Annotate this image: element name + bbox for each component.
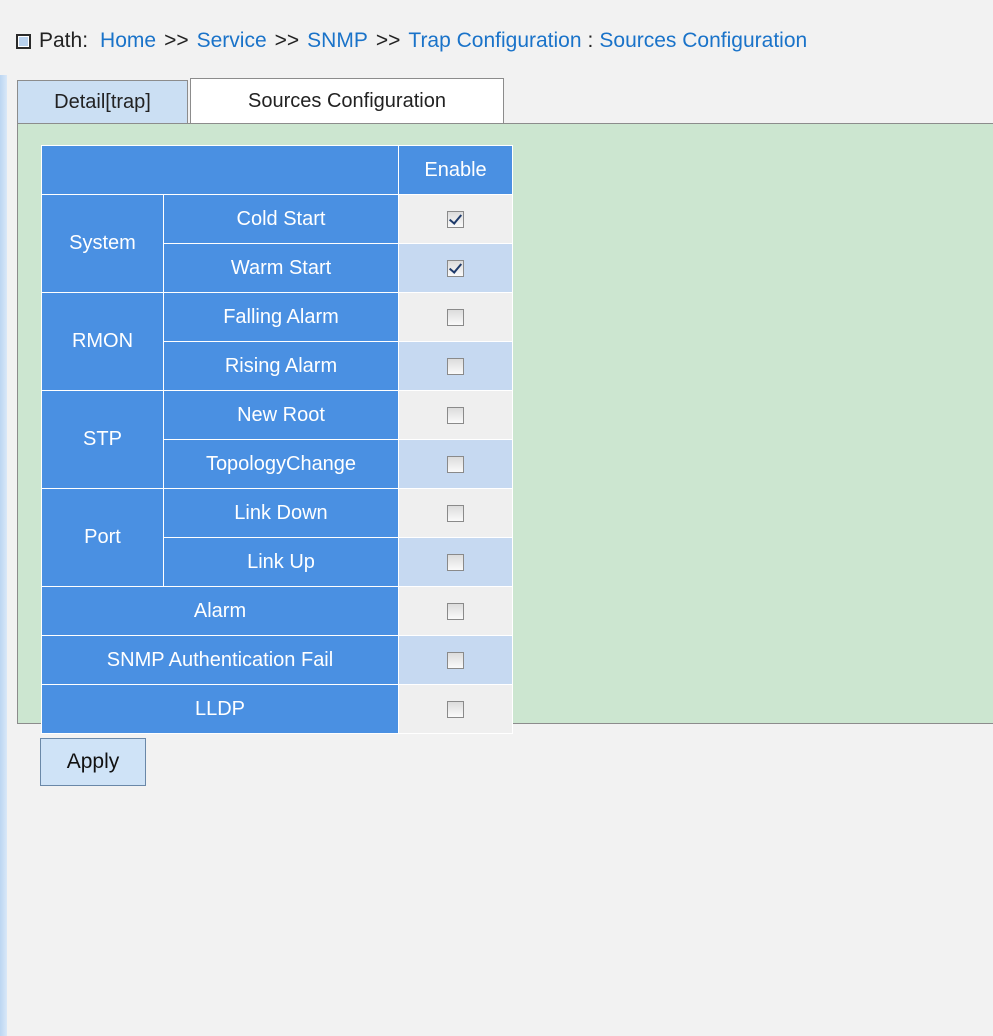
enable-cell [398, 194, 513, 244]
breadcrumb-separator: >> [375, 29, 401, 52]
snmp-auth-fail-checkbox[interactable] [447, 651, 464, 669]
alarm-checkbox[interactable] [447, 602, 464, 620]
enable-cell [398, 439, 513, 489]
lldp-checkbox[interactable] [447, 700, 464, 718]
row-label-warm-start: Warm Start [163, 243, 399, 293]
enable-cell [398, 243, 513, 293]
breadcrumb-label: Path: [39, 29, 89, 52]
breadcrumb-home[interactable]: Home [100, 29, 156, 53]
table-row: System Cold Start [41, 194, 513, 293]
row-label-snmp-auth-fail: SNMP Authentication Fail [41, 635, 399, 685]
breadcrumb-current[interactable]: Sources Configuration [599, 29, 807, 53]
enable-cell [398, 635, 513, 685]
enable-cell [398, 684, 513, 734]
falling-alarm-checkbox[interactable] [447, 308, 464, 326]
tab-detail-trap[interactable]: Detail[trap] [17, 80, 188, 124]
enable-cell [398, 586, 513, 636]
link-down-checkbox[interactable] [447, 504, 464, 522]
breadcrumb: Path: Home >> Service >> SNMP >> Trap Co… [16, 24, 807, 58]
row-label-new-root: New Root [163, 390, 399, 440]
breadcrumb-service[interactable]: Service [197, 29, 267, 53]
breadcrumb-snmp[interactable]: SNMP [307, 29, 368, 53]
square-icon [16, 33, 31, 49]
apply-button[interactable]: Apply [40, 738, 146, 786]
link-up-checkbox[interactable] [447, 553, 464, 571]
tab-bar: Detail[trap] Sources Configuration [17, 78, 504, 124]
enable-cell [398, 390, 513, 440]
table-row: Alarm [41, 586, 513, 636]
trap-sources-table: Enable System Cold Start Warm Start RMON… [41, 145, 513, 734]
tab-sources-configuration[interactable]: Sources Configuration [190, 78, 504, 124]
page: Path: Home >> Service >> SNMP >> Trap Co… [0, 0, 993, 1036]
breadcrumb-trap-configuration[interactable]: Trap Configuration [408, 29, 581, 53]
header-blank-cell [41, 145, 399, 195]
warm-start-checkbox[interactable] [447, 259, 464, 277]
left-frame-edge [0, 75, 7, 1036]
enable-cell [398, 488, 513, 538]
table-row: RMON Falling Alarm [41, 292, 513, 391]
row-label-link-up: Link Up [163, 537, 399, 587]
row-label-alarm: Alarm [41, 586, 399, 636]
enable-cell [398, 537, 513, 587]
enable-cell [398, 341, 513, 391]
header-enable: Enable [398, 145, 513, 195]
group-stp: STP [41, 390, 164, 489]
row-label-cold-start: Cold Start [163, 194, 399, 244]
rising-alarm-checkbox[interactable] [447, 357, 464, 375]
breadcrumb-colon: : [587, 29, 594, 52]
breadcrumb-separator: >> [164, 29, 189, 52]
row-label-falling-alarm: Falling Alarm [163, 292, 399, 342]
topology-change-checkbox[interactable] [447, 455, 464, 473]
group-port: Port [41, 488, 164, 587]
row-label-topology-change: TopologyChange [163, 439, 399, 489]
new-root-checkbox[interactable] [447, 406, 464, 424]
row-label-link-down: Link Down [163, 488, 399, 538]
table-header-row: Enable [41, 145, 513, 195]
cold-start-checkbox[interactable] [447, 210, 464, 228]
table-row: STP New Root [41, 390, 513, 489]
group-rmon: RMON [41, 292, 164, 391]
group-system: System [41, 194, 164, 293]
table-row: LLDP [41, 684, 513, 734]
table-row: SNMP Authentication Fail [41, 635, 513, 685]
row-label-lldp: LLDP [41, 684, 399, 734]
enable-cell [398, 292, 513, 342]
breadcrumb-separator: >> [274, 29, 300, 52]
table-row: Port Link Down [41, 488, 513, 587]
row-label-rising-alarm: Rising Alarm [163, 341, 399, 391]
